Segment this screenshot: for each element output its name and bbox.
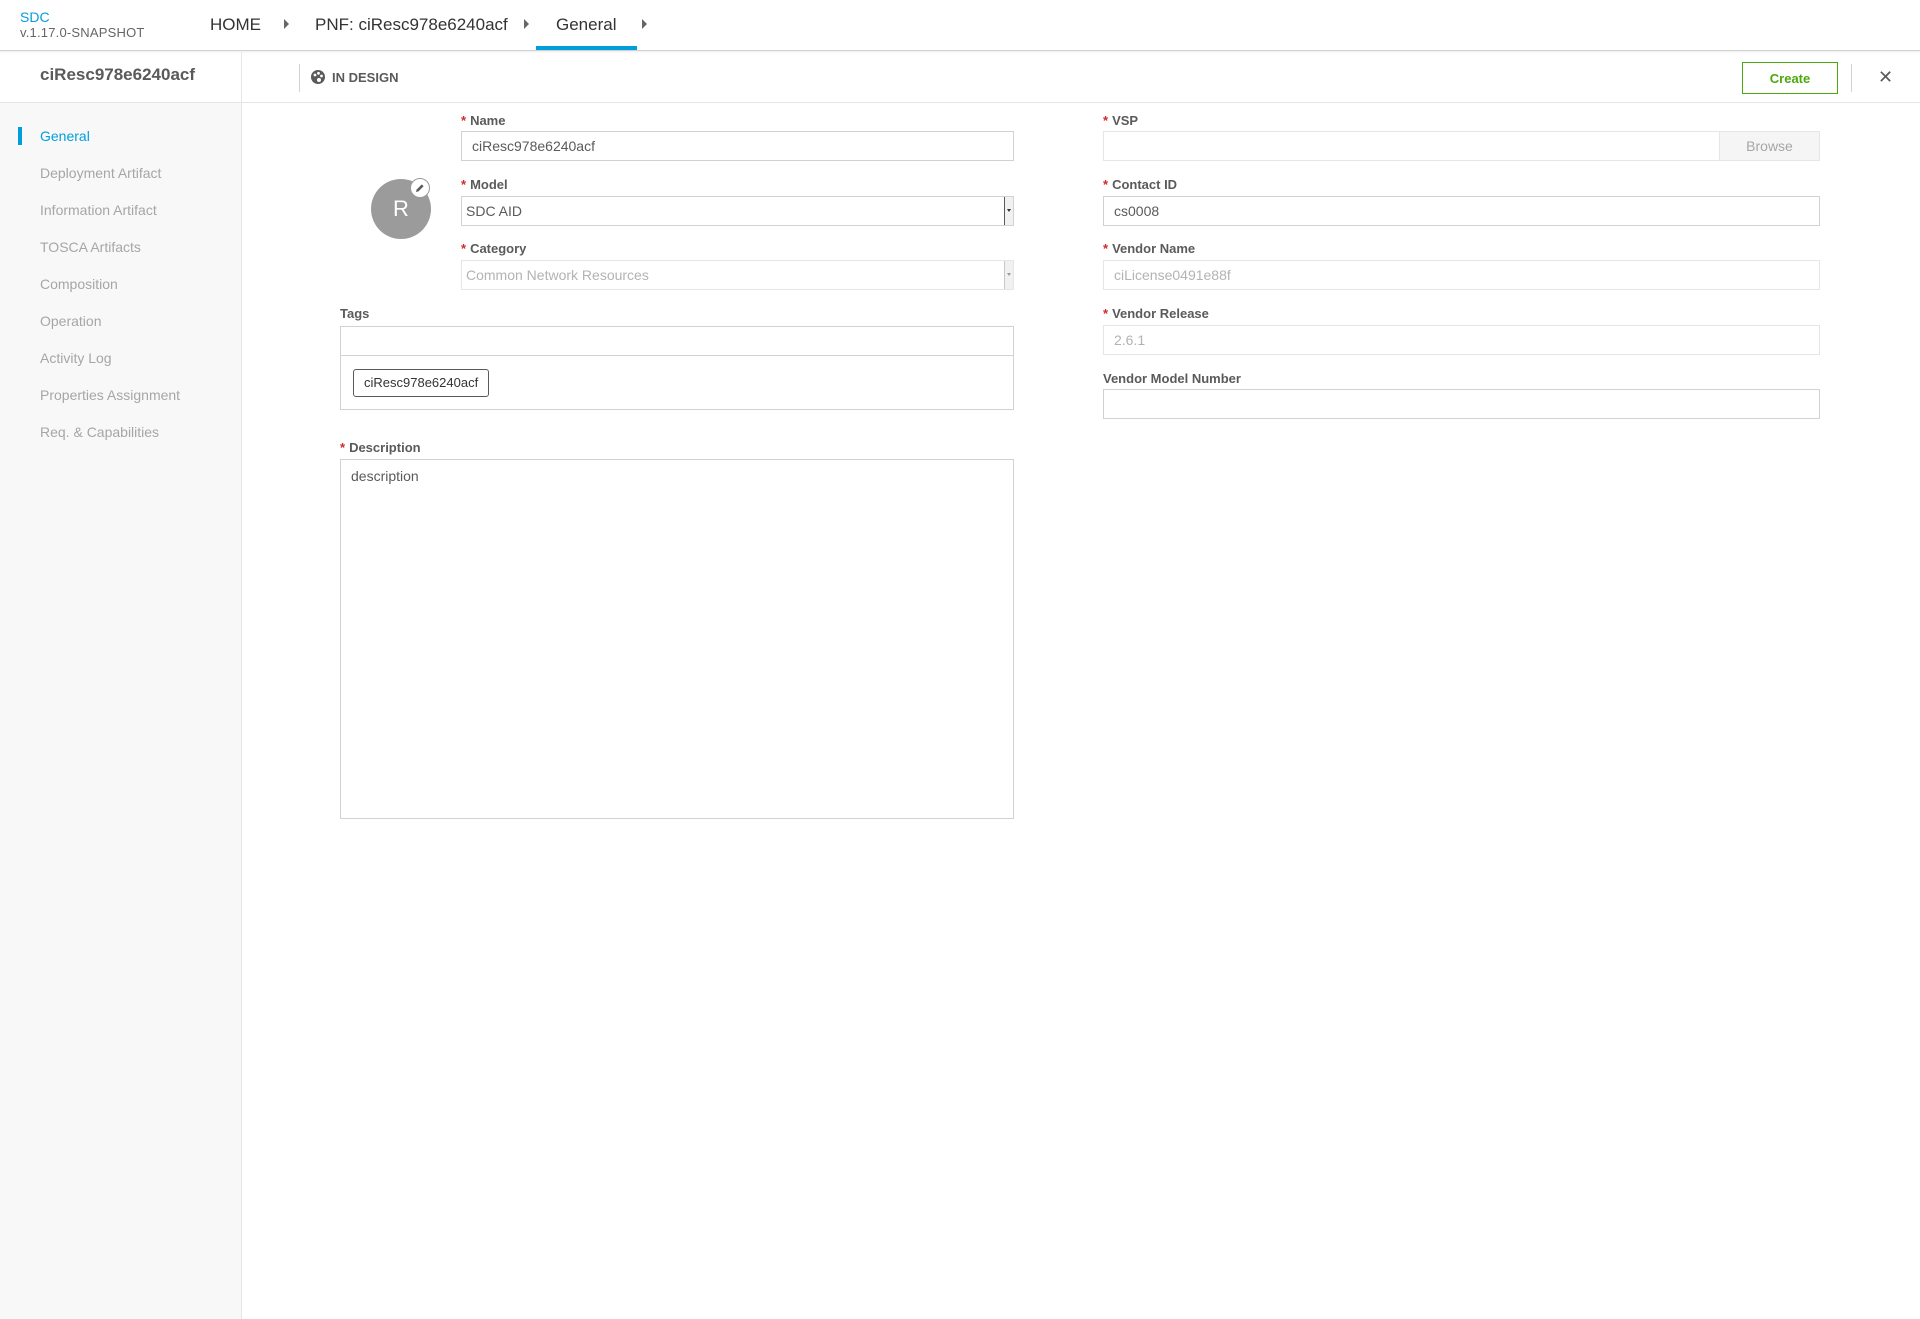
sidebar-item-tosca-artifacts[interactable]: TOSCA Artifacts [40,239,141,255]
chevron-down-icon [1004,197,1013,225]
brand[interactable]: SDC v.1.17.0-SNAPSHOT [20,9,145,41]
tag-chip[interactable]: ciResc978e6240acf [353,369,490,397]
divider [299,64,300,92]
vendor-name-label: * Vendor Name [1103,241,1196,256]
status-label: IN DESIGN [332,69,399,85]
sidebar-item-information-artifact[interactable]: Information Artifact [40,202,157,218]
vendor-release-input: 2.6.1 [1103,325,1820,355]
category-value: Common Network Resources [466,267,649,283]
description-label: * Description [340,440,421,455]
close-icon[interactable]: ✕ [1878,67,1893,87]
workspace-header: ciResc978e6240acf IN DESIGN Create ✕ [0,52,1920,103]
chevron-right-icon [284,19,289,29]
vendor-name-input: ciLicense0491e88f [1103,260,1820,290]
tags-field: ciResc978e6240acf [340,326,1014,410]
sidebar-item-activity-log[interactable]: Activity Log [40,350,112,366]
brand-name: SDC [20,9,50,25]
vendor-model-number-input[interactable] [1103,389,1820,419]
sidebar-item-deployment-artifact[interactable]: Deployment Artifact [40,165,161,181]
version-label: v.1.17.0-SNAPSHOT [20,25,145,40]
breadcrumb-active-indicator [536,46,637,50]
sidebar-item-operation[interactable]: Operation [40,313,101,329]
left-sidebar: General Deployment Artifact Information … [0,103,242,1319]
divider [241,52,242,103]
vendor-release-label: * Vendor Release [1103,306,1209,321]
edit-icon-button[interactable] [410,178,430,198]
sidebar-item-properties-assignment[interactable]: Properties Assignment [40,387,180,403]
pencil-icon [416,184,424,192]
contact-id-label: * Contact ID [1103,177,1178,192]
breadcrumb-resource[interactable]: PNF: ciResc978e6240acf [315,14,508,36]
vsp-label: * VSP [1103,113,1139,128]
model-label: * Model [461,177,508,192]
tags-label: Tags [340,306,370,321]
model-select[interactable]: SDC AID [461,196,1014,226]
resource-title: ciResc978e6240acf [40,65,196,84]
name-input[interactable]: ciResc978e6240acf [461,131,1014,161]
category-select: Common Network Resources [461,260,1014,290]
chevron-right-icon [524,19,529,29]
browse-button[interactable]: Browse [1719,132,1819,160]
breadcrumb-home[interactable]: HOME [210,14,261,36]
tags-input[interactable] [341,327,1013,356]
sidebar-item-composition[interactable]: Composition [40,276,118,292]
sidebar-item-req-capabilities[interactable]: Req. & Capabilities [40,424,159,440]
vsp-field: Browse [1103,131,1820,161]
description-textarea[interactable]: description [340,459,1014,819]
palette-icon [311,70,325,84]
active-item-indicator [18,127,22,145]
name-label: * Name [461,113,506,128]
breadcrumb-general[interactable]: General [556,14,616,36]
chevron-right-icon[interactable] [642,19,647,29]
vendor-model-number-label: Vendor Model Number [1103,371,1241,386]
model-value: SDC AID [466,203,523,219]
contact-id-input[interactable]: cs0008 [1103,196,1820,226]
lifecycle-status: IN DESIGN [310,69,398,85]
sidebar-item-general[interactable]: General [40,128,90,144]
top-header: SDC v.1.17.0-SNAPSHOT HOME PNF: ciResc97… [0,0,1920,51]
create-button[interactable]: Create [1742,62,1838,94]
divider [1851,64,1852,92]
chevron-down-icon [1004,261,1013,289]
category-label: * Category [461,241,527,256]
